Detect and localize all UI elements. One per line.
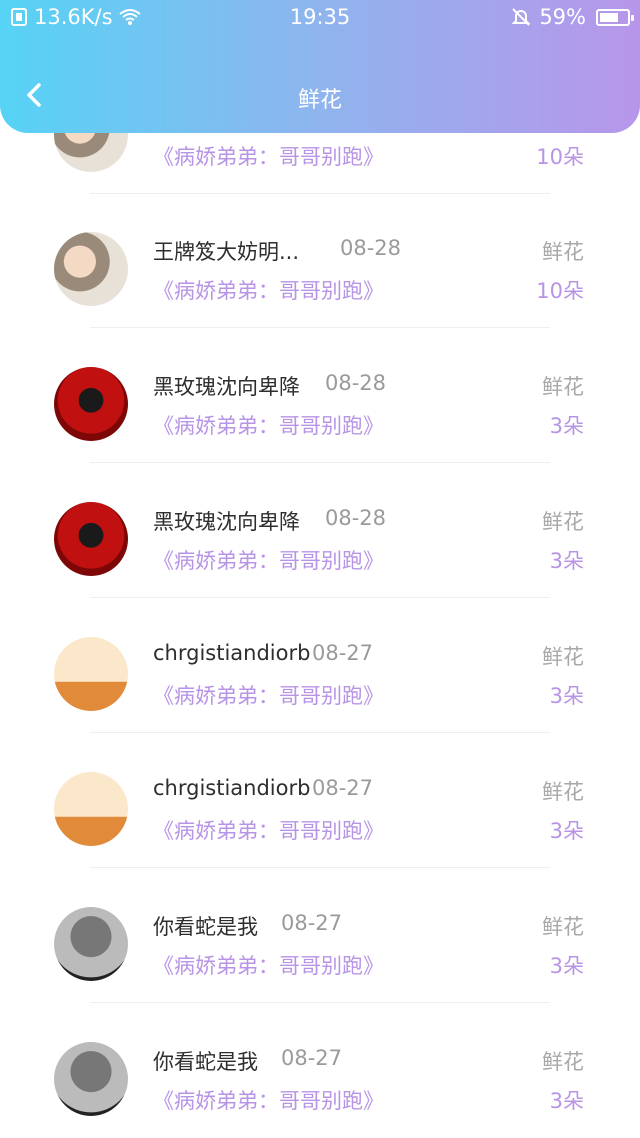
date: 08-27	[312, 776, 374, 800]
book-title: 《病娇弟弟：哥哥别跑》	[153, 819, 384, 843]
gift-type: 鲜花	[542, 240, 584, 264]
flower-list: 《病娇弟弟：哥哥别跑》 10朵 王牌笈大妨明... 08-28 《病娇弟弟：哥哥…	[0, 133, 640, 1138]
user-name: 王牌笈大妨明...	[153, 240, 300, 264]
gift-type: 鲜花	[542, 780, 584, 804]
user-name: 你看蛇是我	[153, 915, 258, 939]
gift-type: 鲜花	[542, 1050, 584, 1074]
flower-count: 3朵	[549, 549, 584, 573]
list-item[interactable]: 黑玫瑰沈向卑降 08-28 《病娇弟弟：哥哥别跑》 鲜花 3朵	[0, 328, 640, 463]
status-bar: 13.6K/s 19:35 59%	[0, 0, 640, 36]
avatar[interactable]	[54, 637, 128, 711]
book-title: 《病娇弟弟：哥哥别跑》	[153, 684, 384, 708]
book-title: 《病娇弟弟：哥哥别跑》	[153, 145, 384, 169]
page-title: 鲜花	[297, 88, 342, 113]
gift-type: 鲜花	[542, 510, 584, 534]
date: 08-27	[312, 641, 374, 665]
list-item[interactable]: chrgistiandiorb 08-27 《病娇弟弟：哥哥别跑》 鲜花 3朵	[0, 733, 640, 868]
list-item[interactable]: 《病娇弟弟：哥哥别跑》 10朵	[0, 133, 640, 194]
book-title: 《病娇弟弟：哥哥别跑》	[153, 954, 384, 978]
battery-percent: 59%	[539, 5, 586, 29]
avatar[interactable]	[54, 1042, 128, 1116]
book-title: 《病娇弟弟：哥哥别跑》	[153, 549, 384, 573]
avatar[interactable]	[54, 772, 128, 846]
list-item[interactable]: 你看蛇是我 08-27 《病娇弟弟：哥哥别跑》 鲜花 3朵	[0, 1003, 640, 1138]
list-item[interactable]: 黑玫瑰沈向卑降 08-28 《病娇弟弟：哥哥别跑》 鲜花 3朵	[0, 463, 640, 598]
app-header: 13.6K/s 19:35 59% 鲜花	[0, 0, 640, 133]
gift-type: 鲜花	[542, 645, 584, 669]
book-title: 《病娇弟弟：哥哥别跑》	[153, 1089, 384, 1113]
flower-count: 3朵	[549, 819, 584, 843]
battery-icon	[596, 8, 634, 26]
flower-count: 3朵	[549, 414, 584, 438]
date: 08-28	[325, 371, 387, 395]
list-item[interactable]: 王牌笈大妨明... 08-28 《病娇弟弟：哥哥别跑》 鲜花 10朵	[0, 193, 640, 328]
user-name: 你看蛇是我	[153, 1050, 258, 1074]
user-name: 黑玫瑰沈向卑降	[153, 510, 300, 534]
avatar[interactable]	[54, 907, 128, 981]
avatar[interactable]	[54, 502, 128, 576]
flower-count: 3朵	[549, 684, 584, 708]
date: 08-27	[281, 1046, 343, 1070]
list-item[interactable]: 你看蛇是我 08-27 《病娇弟弟：哥哥别跑》 鲜花 3朵	[0, 868, 640, 1003]
gift-type: 鲜花	[542, 375, 584, 399]
date: 08-27	[281, 911, 343, 935]
gift-type: 鲜花	[542, 915, 584, 939]
flower-count: 3朵	[549, 954, 584, 978]
flower-count: 10朵	[536, 279, 584, 303]
user-name: chrgistiandiorb	[153, 641, 311, 665]
book-title: 《病娇弟弟：哥哥别跑》	[153, 279, 384, 303]
flower-count: 10朵	[536, 145, 584, 169]
avatar[interactable]	[54, 133, 128, 172]
flower-count: 3朵	[549, 1089, 584, 1113]
avatar[interactable]	[54, 367, 128, 441]
date: 08-28	[325, 506, 387, 530]
book-title: 《病娇弟弟：哥哥别跑》	[153, 414, 384, 438]
avatar[interactable]	[54, 232, 128, 306]
mute-bell-icon	[511, 7, 531, 27]
list-item[interactable]: chrgistiandiorb 08-27 《病娇弟弟：哥哥别跑》 鲜花 3朵	[0, 598, 640, 733]
user-name: 黑玫瑰沈向卑降	[153, 375, 300, 399]
date: 08-28	[340, 236, 402, 260]
user-name: chrgistiandiorb	[153, 776, 311, 800]
